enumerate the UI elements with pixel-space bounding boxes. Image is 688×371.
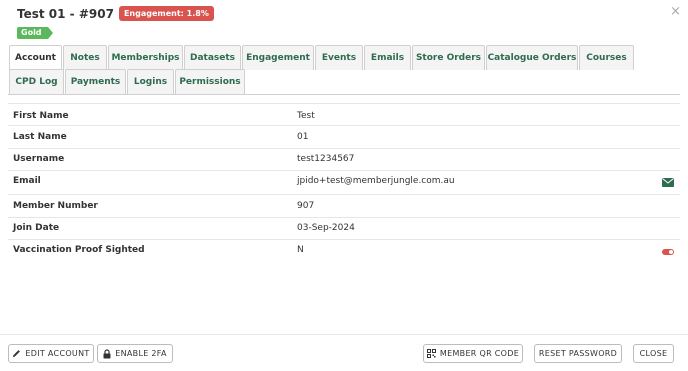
field-value: 907 (297, 201, 315, 211)
tab-engagement[interactable]: Engagement (242, 45, 314, 70)
tab-courses[interactable]: Courses (579, 45, 634, 70)
footer-divider (0, 334, 688, 335)
member-qr-code-button[interactable]: MEMBER QR CODE (423, 344, 523, 363)
tab-catalogue-orders[interactable]: Catalogue Orders (486, 45, 578, 70)
field-label: Join Date (13, 223, 60, 233)
field-row-join-date: Join Date 03-Sep-2024 (8, 218, 680, 240)
field-row-vaccination-proof: Vaccination Proof Sighted N (8, 240, 680, 262)
tab-label: Account (15, 53, 56, 63)
button-label: EDIT ACCOUNT (25, 349, 90, 358)
tab-label: Payments (70, 77, 121, 87)
tab-label: Courses (586, 53, 627, 63)
field-label: Last Name (13, 132, 67, 142)
field-value: N (297, 245, 304, 255)
member-title: Test 01 - #907 (17, 6, 114, 21)
field-row-first-name: First Name Test (8, 103, 680, 126)
pencil-icon (13, 350, 21, 357)
tab-logins[interactable]: Logins (127, 69, 174, 94)
close-button[interactable]: CLOSE (633, 344, 674, 363)
tab-label: Engagement (246, 53, 310, 63)
qr-code-icon (426, 349, 436, 358)
button-label: CLOSE (639, 349, 668, 358)
field-label: Vaccination Proof Sighted (13, 245, 145, 255)
tab-events[interactable]: Events (315, 45, 363, 70)
button-label: RESET PASSWORD (538, 349, 618, 358)
tab-payments[interactable]: Payments (65, 69, 126, 94)
field-row-email: Email jpido+test@memberjungle.com.au (8, 171, 680, 195)
field-row-last-name: Last Name 01 (8, 126, 680, 149)
button-label: ENABLE 2FA (115, 349, 167, 358)
tab-label: Emails (370, 53, 405, 63)
tab-label: Logins (133, 77, 168, 87)
field-value: Test (297, 111, 315, 121)
tab-divider (8, 94, 680, 95)
tier-badge: Gold (17, 27, 52, 39)
tab-permissions[interactable]: Permissions (175, 69, 245, 94)
close-icon[interactable]: × (670, 4, 681, 19)
field-value: test1234567 (297, 154, 355, 164)
tab-label: Events (321, 53, 357, 63)
edit-account-button[interactable]: EDIT ACCOUNT (8, 344, 94, 363)
tab-memberships[interactable]: Memberships (108, 45, 183, 70)
tab-account[interactable]: Account (9, 45, 62, 71)
tab-label: Permissions (179, 77, 241, 87)
lock-icon (103, 348, 111, 358)
field-value: 01 (297, 132, 309, 142)
tab-label: Notes (70, 53, 100, 63)
tab-notes[interactable]: Notes (63, 45, 107, 70)
enable-2fa-button[interactable]: ENABLE 2FA (97, 344, 173, 363)
tab-emails[interactable]: Emails (364, 45, 411, 70)
tab-label: Datasets (189, 53, 236, 63)
field-value: jpido+test@memberjungle.com.au (297, 176, 455, 186)
field-value: 03-Sep-2024 (297, 223, 355, 233)
tab-store-orders[interactable]: Store Orders (412, 45, 485, 70)
tab-label: Store Orders (415, 53, 482, 63)
envelope-icon[interactable] (662, 178, 674, 187)
engagement-badge: Engagement: 1.8% (118, 6, 214, 21)
tab-cpd-log[interactable]: CPD Log (9, 69, 64, 94)
field-label: Member Number (13, 201, 98, 211)
reset-password-button[interactable]: RESET PASSWORD (534, 344, 622, 363)
modal-header: Test 01 - #907 Engagement: 1.8% (17, 6, 214, 21)
tab-label: Catalogue Orders (487, 53, 577, 63)
field-label: Email (13, 176, 41, 186)
tab-datasets[interactable]: Datasets (184, 45, 241, 70)
tab-label: Memberships (111, 53, 180, 63)
field-row-member-number: Member Number 907 (8, 195, 680, 218)
button-label: MEMBER QR CODE (439, 349, 520, 358)
tab-label: CPD Log (15, 77, 58, 87)
field-label: Username (13, 154, 65, 164)
field-label: First Name (13, 111, 69, 121)
field-row-username: Username test1234567 (8, 149, 680, 171)
vaccination-toggle[interactable] (662, 249, 674, 255)
